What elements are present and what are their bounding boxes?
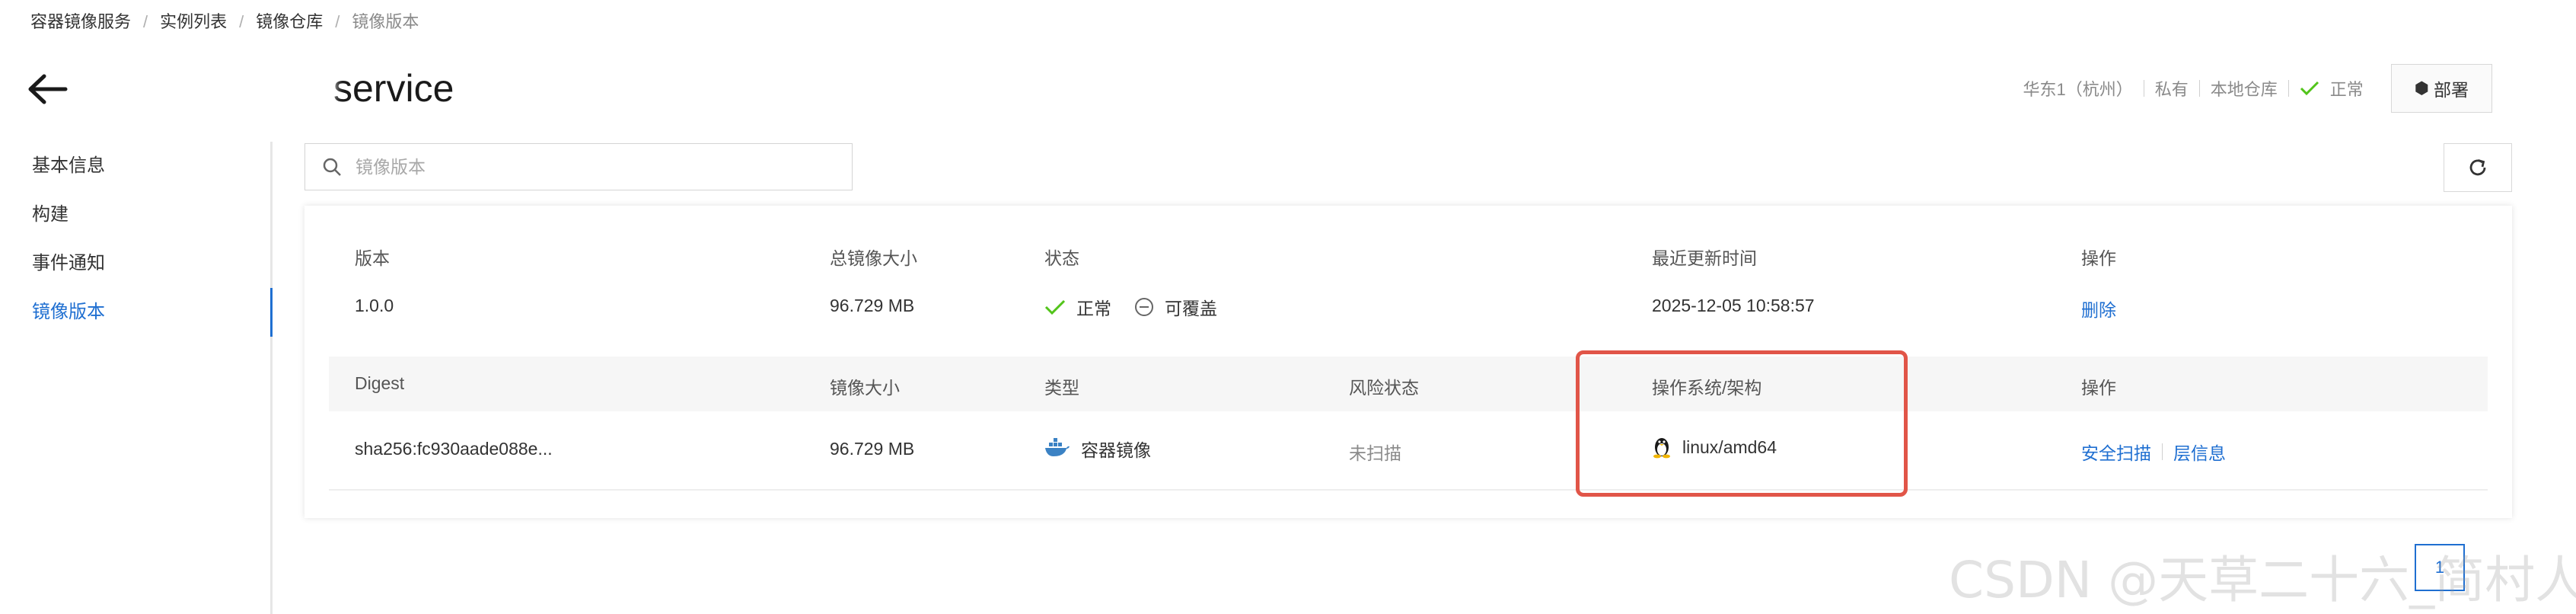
back-arrow-icon[interactable]	[27, 73, 69, 105]
image-type-text: 容器镜像	[1081, 440, 1151, 460]
col-header-size: 镜像大小	[830, 378, 900, 398]
sidebar-item-basic-info[interactable]: 基本信息	[0, 142, 270, 190]
col-header-digest-actions: 操作	[2081, 378, 2116, 398]
digest-value: sha256:fc930aade088e...	[355, 439, 553, 459]
cube-icon: ⬢	[2414, 78, 2429, 98]
delete-link[interactable]: 删除	[2081, 296, 2116, 321]
breadcrumb-item-repositories[interactable]: 镜像仓库	[256, 9, 323, 35]
repo-status-text: 正常	[2329, 80, 2364, 99]
minus-circle-icon	[1135, 298, 1153, 316]
size-value: 96.729 MB	[830, 439, 915, 459]
col-header-version: 版本	[355, 248, 390, 268]
sidebar-item-image-versions[interactable]: 镜像版本	[0, 288, 273, 337]
col-header-risk: 风险状态	[1349, 378, 1419, 398]
sidebar-item-build[interactable]: 构建	[0, 190, 270, 239]
refresh-button[interactable]	[2444, 143, 2512, 192]
version-value: 1.0.0	[355, 296, 394, 315]
version-status-text: 正常	[1076, 299, 1111, 318]
updated-value: 2025-12-05 10:58:57	[1652, 296, 1815, 315]
col-header-updated: 最近更新时间	[1652, 248, 1757, 268]
total-size-value: 96.729 MB	[830, 296, 915, 315]
breadcrumb: 容器镜像服务 / 实例列表 / 镜像仓库 / 镜像版本	[30, 9, 419, 35]
deploy-button-label: 部署	[2434, 80, 2469, 100]
col-header-type: 类型	[1044, 378, 1079, 398]
col-header-actions: 操作	[2081, 248, 2116, 268]
meta-divider	[2287, 80, 2289, 97]
watermark: CSDN @天草二十六_简村人	[1949, 551, 2576, 609]
title-redaction	[221, 70, 335, 107]
breadcrumb-item-service[interactable]: 容器镜像服务	[30, 9, 131, 35]
col-header-total-size: 总镜像大小	[830, 248, 917, 268]
breadcrumb-current: 镜像版本	[352, 12, 419, 31]
search-input[interactable]	[355, 156, 812, 177]
os-arch-highlight-box	[1576, 350, 1908, 497]
breadcrumb-separator: /	[143, 12, 148, 31]
repo-source-label: 本地仓库	[2210, 80, 2278, 99]
version-status: 正常 可覆盖	[1044, 294, 1217, 320]
col-header-status: 状态	[1044, 248, 1079, 268]
versions-card: 版本 总镜像大小 状态 最近更新时间 操作 1.0.0 96.729 MB 正常…	[304, 206, 2512, 518]
meta-divider	[2198, 80, 2200, 97]
layer-info-link[interactable]: 层信息	[2173, 439, 2226, 465]
visibility-label: 私有	[2154, 80, 2189, 99]
page-title-text: service	[333, 67, 454, 110]
breadcrumb-item-instances[interactable]: 实例列表	[160, 9, 227, 35]
check-icon	[2300, 81, 2319, 96]
region-label: 华东1（杭州）	[2023, 80, 2133, 99]
breadcrumb-separator: /	[335, 12, 340, 31]
digest-actions: 安全扫描 层信息	[2081, 439, 2226, 465]
digest-table: Digest 镜像大小 类型 风险状态 操作系统/架构 操作 sha256:fc…	[329, 357, 2488, 491]
col-header-digest: Digest	[355, 373, 405, 393]
deploy-button[interactable]: ⬢ 部署	[2390, 64, 2492, 113]
refresh-icon	[2469, 159, 2486, 176]
title-redaction	[84, 70, 198, 107]
repo-status: 正常	[2300, 76, 2364, 101]
image-type: 容器镜像	[1044, 436, 1151, 462]
row-divider	[329, 489, 2488, 491]
version-search[interactable]	[304, 143, 853, 190]
sidebar-item-event-notify[interactable]: 事件通知	[0, 239, 270, 288]
security-scan-link[interactable]: 安全扫描	[2081, 439, 2151, 465]
action-divider	[2162, 443, 2163, 460]
docker-whale-icon	[1045, 438, 1070, 456]
repo-meta: 华东1（杭州） 私有 本地仓库 正常 ⬢ 部署	[2023, 64, 2492, 113]
sidebar: 基本信息 构建 事件通知 镜像版本	[0, 142, 273, 614]
search-icon	[323, 158, 341, 176]
overwrite-text: 可覆盖	[1165, 299, 1217, 318]
check-icon	[1044, 299, 1066, 315]
risk-value: 未扫描	[1349, 443, 1401, 463]
breadcrumb-separator: /	[239, 12, 244, 31]
